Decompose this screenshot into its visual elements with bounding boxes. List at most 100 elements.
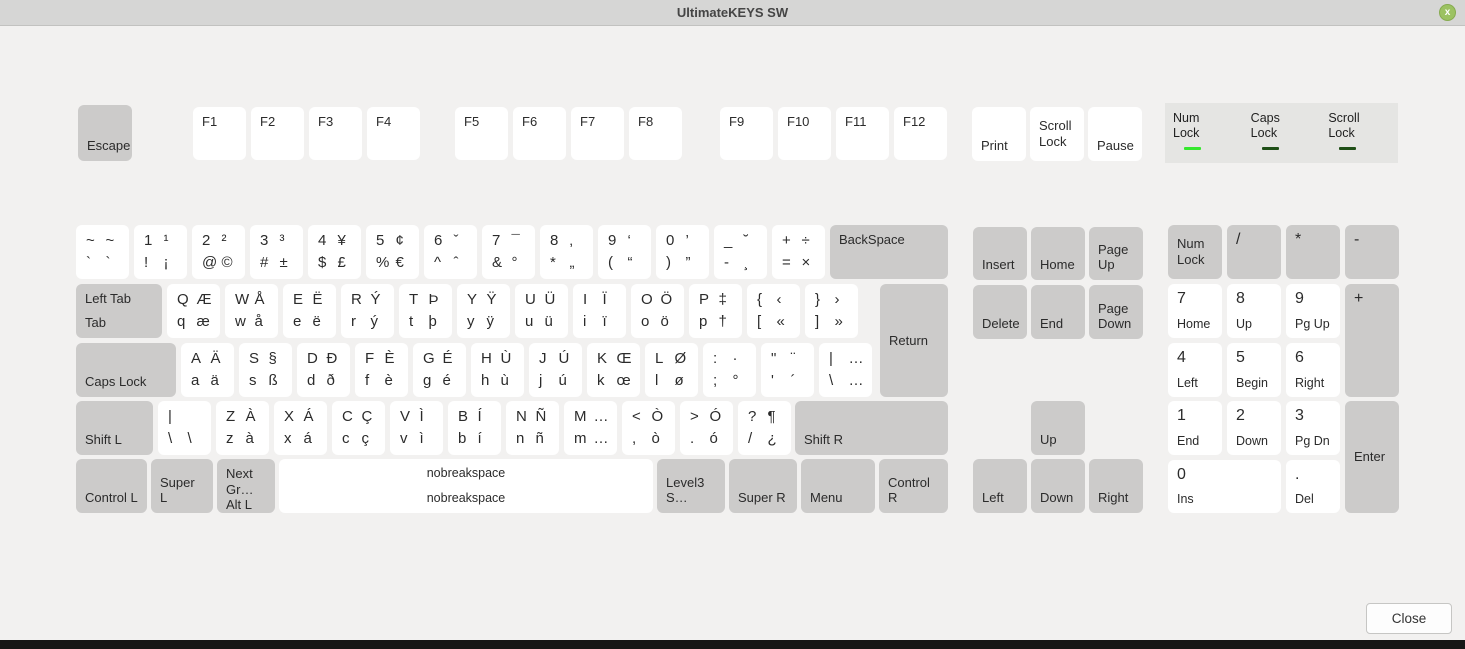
key-backslash[interactable]: |…\… [819, 343, 872, 397]
key-m[interactable]: M…m… [564, 401, 617, 455]
key-print[interactable]: Print [972, 107, 1026, 161]
key-page-down[interactable]: PageDown [1089, 285, 1143, 339]
key-kp-multiply[interactable]: * [1286, 225, 1340, 279]
key-i[interactable]: IÏiï [573, 284, 626, 338]
key-c[interactable]: CÇcç [332, 401, 385, 455]
key-6[interactable]: 6ˇ^ˆ [424, 225, 477, 279]
key-a[interactable]: AÄaä [181, 343, 234, 397]
key-semicolon[interactable]: :·;° [703, 343, 756, 397]
key-l[interactable]: LØlø [645, 343, 698, 397]
key-comma[interactable]: <Ò,ò [622, 401, 675, 455]
key-kp-2[interactable]: 2Down [1227, 401, 1281, 455]
key-intl-backslash[interactable]: |\\ [158, 401, 211, 455]
key-kp-1[interactable]: 1End [1168, 401, 1222, 455]
key-kp-subtract[interactable]: - [1345, 225, 1399, 279]
key-f6[interactable]: F6 [513, 107, 566, 160]
key-kp-8[interactable]: 8Up [1227, 284, 1281, 338]
key-f1[interactable]: F1 [193, 107, 246, 160]
key-control-r[interactable]: Control R [879, 459, 948, 513]
key-space[interactable]: nobreakspacenobreakspace [279, 459, 653, 513]
key-f9[interactable]: F9 [720, 107, 773, 160]
key-p[interactable]: P‡p† [689, 284, 742, 338]
key-menu[interactable]: Menu [801, 459, 875, 513]
key-0[interactable]: 0’)” [656, 225, 709, 279]
key-x[interactable]: XÁxá [274, 401, 327, 455]
key-9[interactable]: 9‘(“ [598, 225, 651, 279]
key-kp-numlock[interactable]: NumLock [1168, 225, 1222, 279]
key-1[interactable]: 1¹!¡ [134, 225, 187, 279]
key-3[interactable]: 3³#± [250, 225, 303, 279]
key-z[interactable]: ZÀzà [216, 401, 269, 455]
key-y[interactable]: YŸyÿ [457, 284, 510, 338]
key-kp-6[interactable]: 6Right [1286, 343, 1340, 397]
key-k[interactable]: KŒkœ [587, 343, 640, 397]
key-e[interactable]: EËeë [283, 284, 336, 338]
key-page-up[interactable]: PageUp [1089, 227, 1143, 280]
key-arrow-left[interactable]: Left [973, 459, 1027, 513]
key-kp-decimal[interactable]: .Del [1286, 460, 1340, 513]
key-arrow-up[interactable]: Up [1031, 401, 1085, 455]
key-d[interactable]: DÐdð [297, 343, 350, 397]
key-shift-r[interactable]: Shift R [795, 401, 948, 455]
key-end[interactable]: End [1031, 285, 1085, 339]
key-level3-shift[interactable]: Level3 S… [657, 459, 725, 513]
key-o[interactable]: OÖoö [631, 284, 684, 338]
key-shift-l[interactable]: Shift L [76, 401, 153, 455]
key-control-l[interactable]: Control L [76, 459, 147, 513]
close-button[interactable]: Close [1366, 603, 1452, 634]
key-grave[interactable]: ~~`` [76, 225, 129, 279]
key-f10[interactable]: F10 [778, 107, 831, 160]
key-tab[interactable]: Left TabTab [76, 284, 162, 338]
key-8[interactable]: 8‚*„ [540, 225, 593, 279]
key-kp-add[interactable]: + [1345, 284, 1399, 397]
key-escape[interactable]: Escape [78, 105, 132, 161]
key-f5[interactable]: F5 [455, 107, 508, 160]
key-period[interactable]: >Ó.ó [680, 401, 733, 455]
key-return[interactable]: Return [880, 284, 948, 397]
key-f3[interactable]: F3 [309, 107, 362, 160]
key-h[interactable]: HÙhù [471, 343, 524, 397]
key-kp-divide[interactable]: / [1227, 225, 1281, 279]
key-super-r[interactable]: Super R [729, 459, 797, 513]
key-2[interactable]: 2²@© [192, 225, 245, 279]
key-caps-lock[interactable]: Caps Lock [76, 343, 176, 397]
key-delete[interactable]: Delete [973, 285, 1027, 339]
key-pause[interactable]: Pause [1088, 107, 1142, 161]
key-kp-4[interactable]: 4Left [1168, 343, 1222, 397]
key-kp-5[interactable]: 5Begin [1227, 343, 1281, 397]
key-minus[interactable]: _˘-¸ [714, 225, 767, 279]
key-4[interactable]: 4¥$£ [308, 225, 361, 279]
key-f7[interactable]: F7 [571, 107, 624, 160]
key-q[interactable]: QÆqæ [167, 284, 220, 338]
key-kp-0[interactable]: 0Ins [1168, 460, 1281, 513]
key-f[interactable]: FÈfè [355, 343, 408, 397]
key-arrow-right[interactable]: Right [1089, 459, 1143, 513]
key-7[interactable]: 7¯&° [482, 225, 535, 279]
key-u[interactable]: UÜuü [515, 284, 568, 338]
key-apostrophe[interactable]: "¨'´ [761, 343, 814, 397]
key-g[interactable]: GÉgé [413, 343, 466, 397]
key-j[interactable]: JÚjú [529, 343, 582, 397]
key-kp-3[interactable]: 3Pg Dn [1286, 401, 1340, 455]
key-f4[interactable]: F4 [367, 107, 420, 160]
key-v[interactable]: VÌvì [390, 401, 443, 455]
key-w[interactable]: WÅwå [225, 284, 278, 338]
key-f11[interactable]: F11 [836, 107, 889, 160]
window-close-icon[interactable]: x [1439, 4, 1456, 21]
key-home[interactable]: Home [1031, 227, 1085, 280]
key-5[interactable]: 5¢%€ [366, 225, 419, 279]
key-equal[interactable]: +÷=× [772, 225, 825, 279]
key-f8[interactable]: F8 [629, 107, 682, 160]
key-arrow-down[interactable]: Down [1031, 459, 1085, 513]
key-kp-enter[interactable]: Enter [1345, 401, 1399, 513]
key-insert[interactable]: Insert [973, 227, 1027, 280]
key-alt-l[interactable]: Next Gr…Alt L [217, 459, 275, 513]
key-kp-7[interactable]: 7Home [1168, 284, 1222, 338]
key-super-l[interactable]: Super L [151, 459, 213, 513]
key-t[interactable]: TÞtþ [399, 284, 452, 338]
key-b[interactable]: BÍbí [448, 401, 501, 455]
key-slash[interactable]: ?¶/¿ [738, 401, 791, 455]
key-backspace[interactable]: BackSpace [830, 225, 948, 279]
key-f2[interactable]: F2 [251, 107, 304, 160]
key-scroll-lock[interactable]: ScrollLock [1030, 107, 1084, 161]
